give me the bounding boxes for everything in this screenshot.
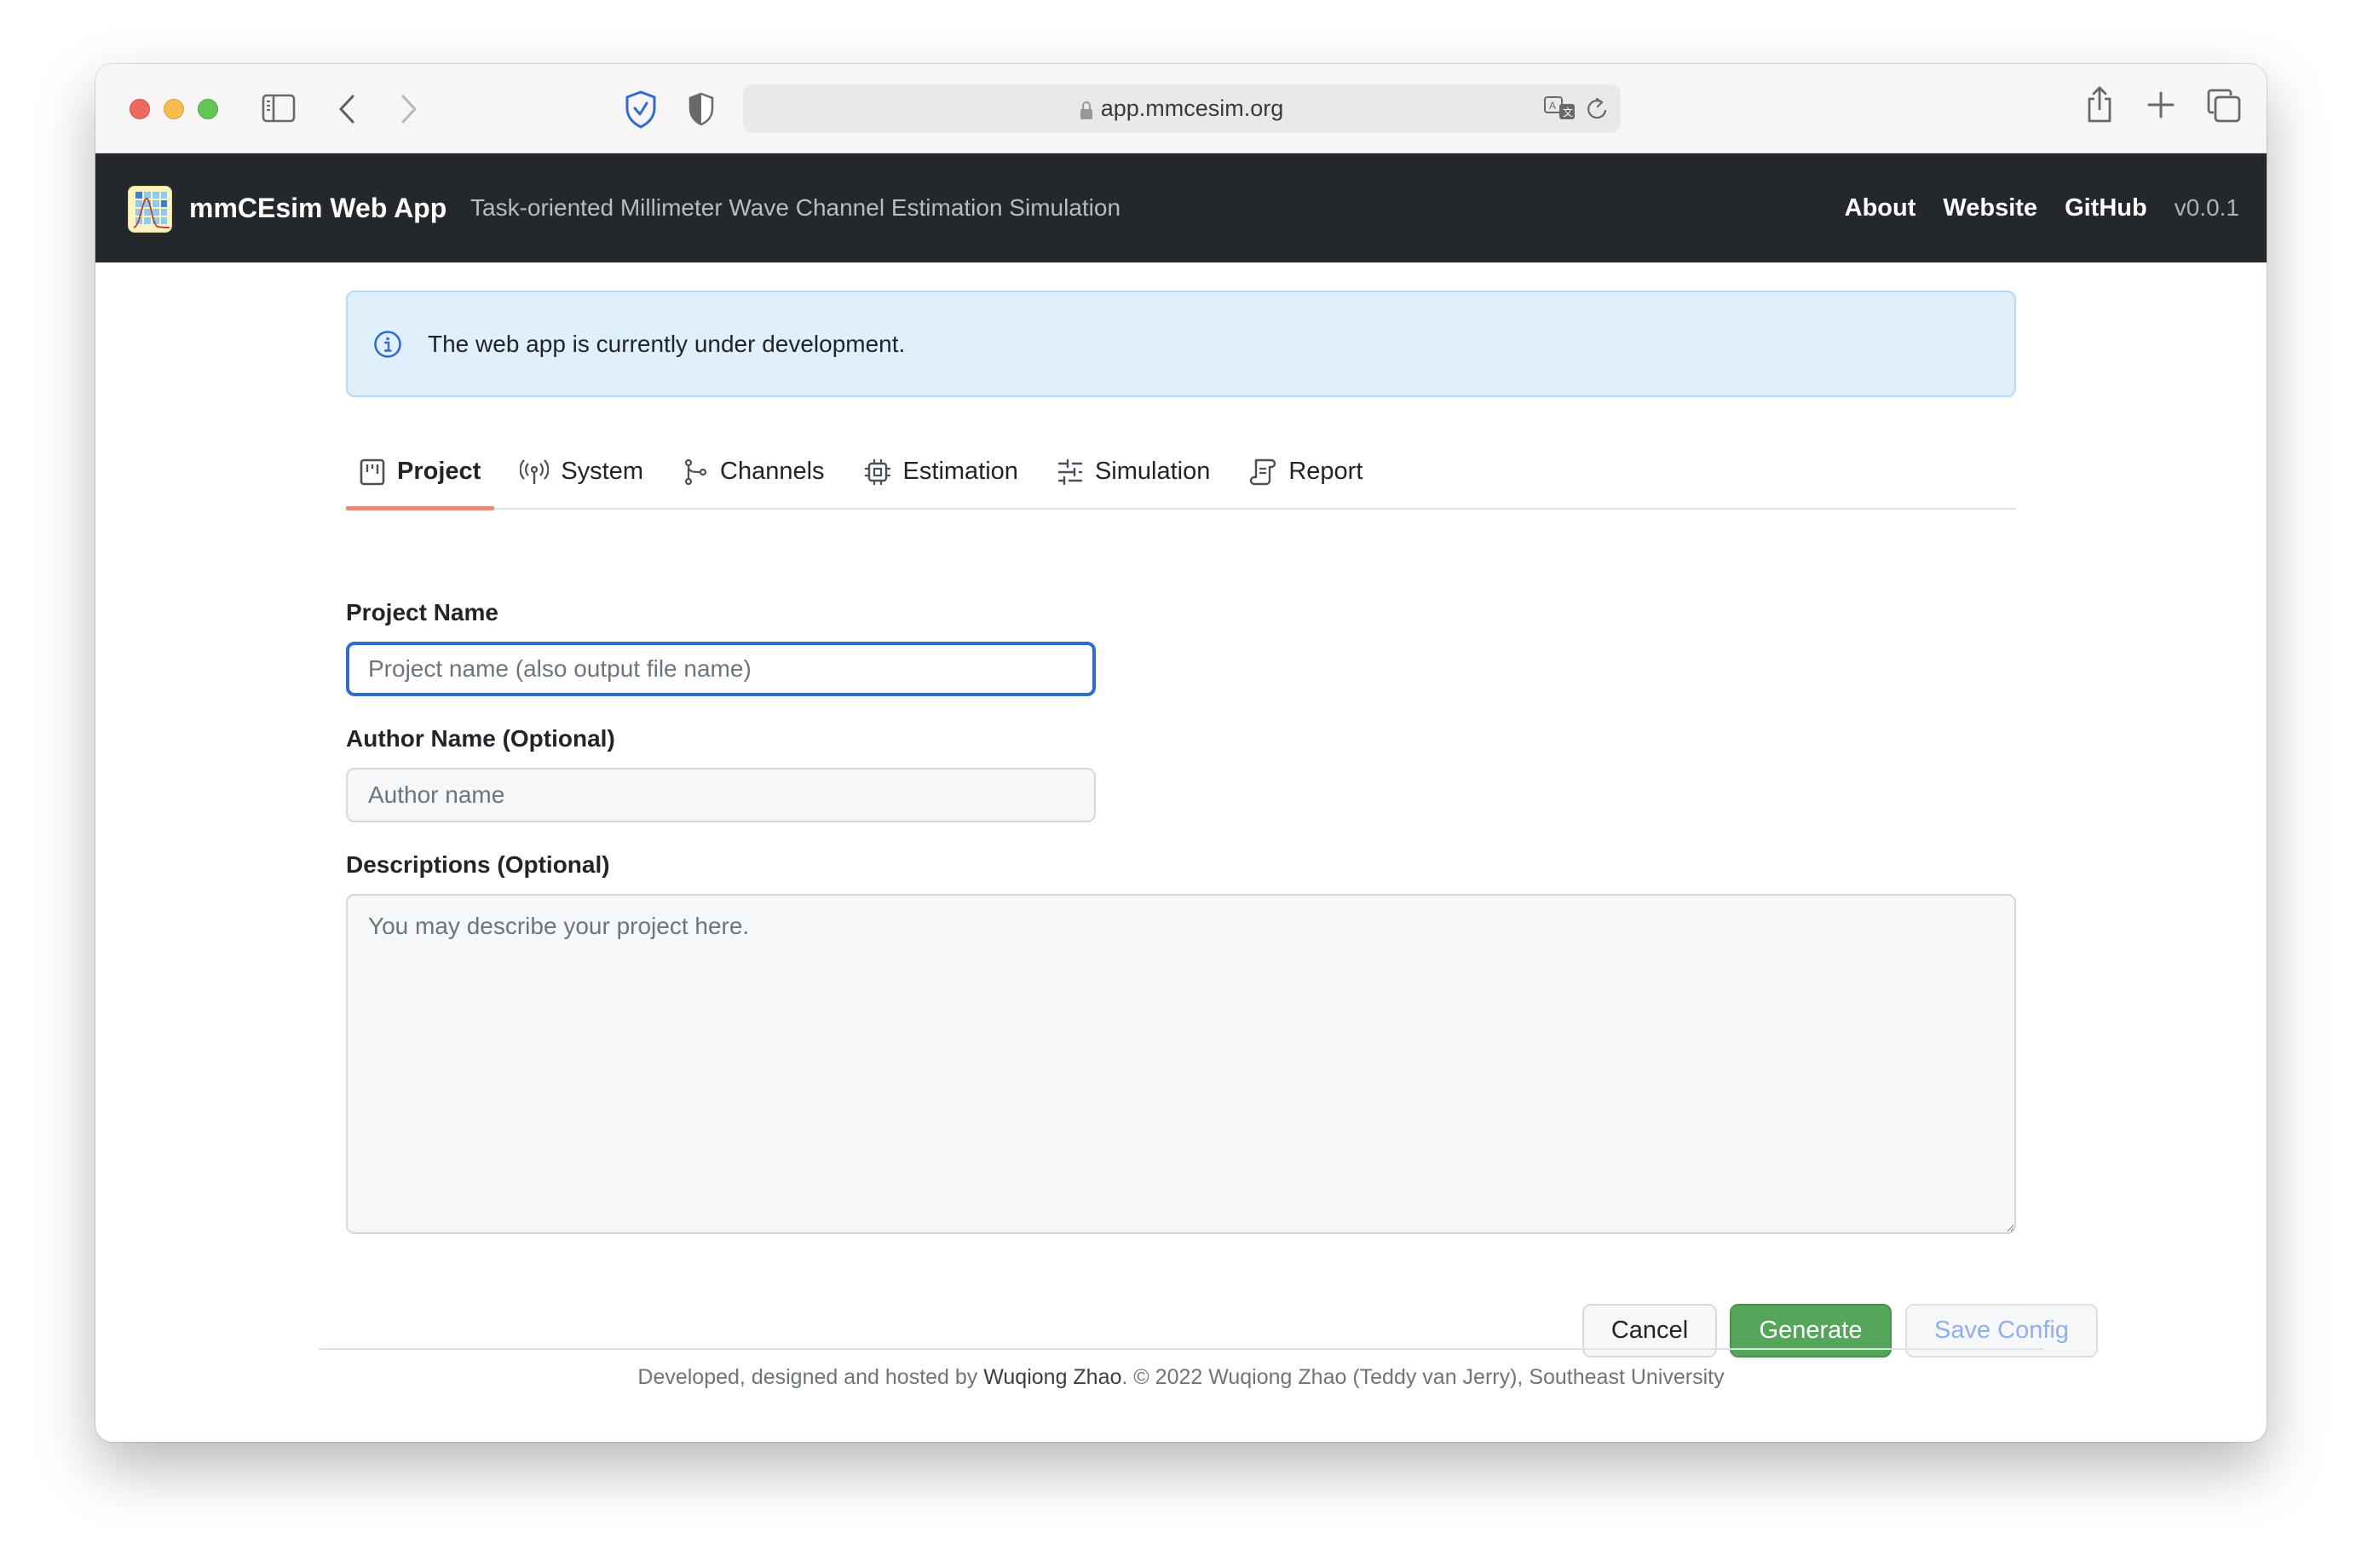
tab-channels[interactable]: Channels [669,435,838,508]
minimize-window-button[interactable] [164,99,184,119]
sidebar-icon[interactable] [262,94,296,123]
descriptions-textarea[interactable] [346,894,2016,1234]
svg-text:文: 文 [1563,106,1573,118]
browser-window: app.mmcesim.org A文 mmCEsim Web App Task-… [95,64,2267,1442]
descriptions-label: Descriptions (Optional) [346,851,610,878]
tab-label: Project [397,458,481,485]
brand-title[interactable]: mmCEsim Web App [189,153,446,262]
close-window-button[interactable] [130,99,150,119]
address-bar[interactable]: app.mmcesim.org A文 [743,84,1621,133]
tab-label: Channels [720,458,825,485]
url-text: app.mmcesim.org [1100,95,1284,121]
privacy-shield-icon[interactable] [688,92,714,126]
info-circle-icon [374,330,401,358]
brand-subtitle: Task-oriented Millimeter Wave Channel Es… [470,194,1121,221]
footer-prefix: Developed, designed and hosted by [637,1365,984,1389]
svg-text:A: A [1549,100,1556,112]
sliders-icon [1057,458,1083,485]
app-navbar: mmCEsim Web App Task-oriented Millimeter… [95,153,2267,262]
translate-icon[interactable]: A文 [1544,95,1578,123]
tab-estimation[interactable]: Estimation [850,435,1032,508]
footer-author-link[interactable]: Wuqiong Zhao [983,1365,1121,1389]
project-board-icon [360,458,385,485]
project-name-label: Project Name [346,599,498,625]
shield-check-icon[interactable] [624,89,658,129]
lock-icon [1080,101,1092,119]
share-icon[interactable] [2085,85,2114,124]
report-scroll-icon [1250,458,1276,485]
browser-toolbar: app.mmcesim.org A文 [95,64,2267,153]
tab-label: Report [1288,458,1363,485]
plus-icon[interactable] [2147,91,2175,118]
reload-icon[interactable] [1585,95,1609,123]
tab-project[interactable]: Project [346,435,495,510]
app-logo-icon[interactable] [128,186,172,233]
alert-message: The web app is currently under developme… [428,330,906,357]
tabs-icon[interactable] [2207,89,2241,123]
tab-simulation[interactable]: Simulation [1044,435,1224,508]
chevron-right-icon[interactable] [398,94,420,124]
nav-links: About Website GitHub v0.0.1 [1845,153,2239,262]
version-label: v0.0.1 [2174,194,2239,221]
tab-report[interactable]: Report [1236,435,1376,508]
footer-divider [319,1348,2043,1350]
tab-system[interactable]: System [506,435,657,508]
antenna-icon [520,458,550,484]
zoom-window-button[interactable] [198,99,218,119]
branch-icon [684,458,707,485]
tab-label: Simulation [1094,458,1211,485]
tab-label: Estimation [902,458,1018,485]
chip-icon [864,458,890,485]
tab-bar: Project System Channels Estimation Simul… [346,435,2016,510]
footer: Developed, designed and hosted by Wuqion… [95,1365,2267,1390]
author-name-input[interactable] [346,768,1096,822]
footer-suffix: . © 2022 Wuqiong Zhao (Teddy van Jerry),… [1121,1365,1725,1389]
author-name-label: Author Name (Optional) [346,725,615,752]
info-alert: The web app is currently under developme… [346,291,2016,397]
nav-link-github[interactable]: GitHub [2065,194,2147,222]
chevron-left-icon[interactable] [336,94,358,124]
project-name-input[interactable] [346,642,1096,696]
nav-link-website[interactable]: Website [1943,194,2037,222]
nav-link-about[interactable]: About [1845,194,1916,222]
tab-label: System [561,458,644,485]
